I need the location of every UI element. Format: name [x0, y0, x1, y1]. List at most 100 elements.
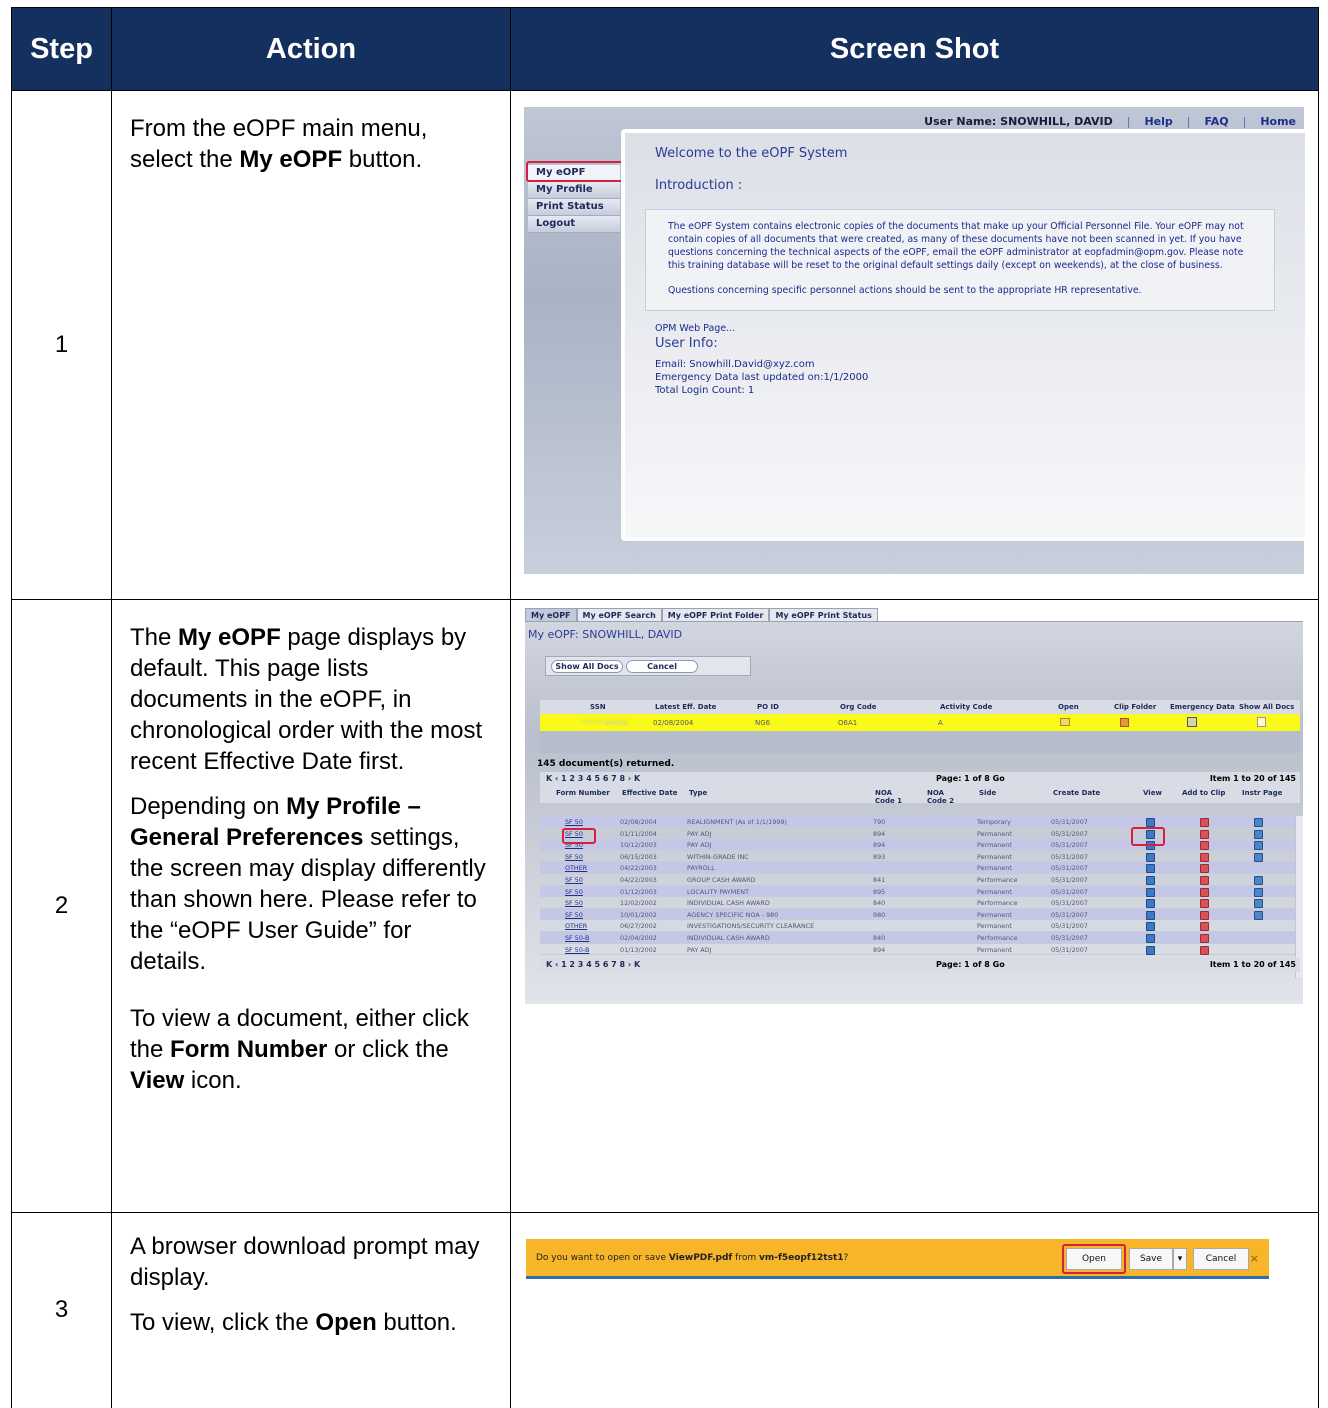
action-text-part: Depending on: [130, 793, 287, 820]
instruction-page-icon[interactable]: [1254, 841, 1263, 851]
column-header: Activity Code: [940, 703, 993, 711]
grid-scrollbar[interactable]: [1295, 816, 1303, 978]
add-to-clip-icon[interactable]: [1200, 899, 1209, 909]
view-icon[interactable]: [1146, 899, 1155, 909]
show-all-docs-icon[interactable]: [1257, 717, 1266, 727]
welcome-heading: Welcome to the eOPF System: [655, 146, 848, 161]
help-link[interactable]: Help: [1144, 115, 1172, 128]
intro-paragraph: Questions concerning specific personnel …: [668, 285, 1142, 296]
instruction-page-icon[interactable]: [1254, 875, 1263, 885]
action-emphasis: Form Number: [170, 1036, 328, 1063]
effective-date: 10/01/2002: [620, 910, 657, 919]
view-icon[interactable]: [1146, 852, 1155, 862]
cancel-button[interactable]: Cancel: [626, 660, 698, 673]
add-to-clip-icon[interactable]: [1200, 933, 1209, 943]
table-row: SF 50 01/11/2004 PAY ADJ 894 Permanent 05/31/…: [540, 828, 1300, 840]
table-row: SF 50 06/15/2003 WITHIN-GRADE INC 893 Perman…: [540, 851, 1300, 863]
login-count: Total Login Count: 1: [655, 385, 755, 396]
view-icon[interactable]: [1146, 864, 1155, 874]
create-date: 05/31/2007: [1051, 875, 1088, 884]
add-to-clip-icon[interactable]: [1200, 852, 1209, 862]
form-number-link[interactable]: SF 50-B: [565, 946, 589, 954]
add-to-clip-icon[interactable]: [1200, 875, 1209, 885]
view-icon[interactable]: [1146, 945, 1155, 955]
view-icon[interactable]: [1146, 818, 1155, 827]
instruction-page-icon[interactable]: [1254, 910, 1263, 920]
close-icon[interactable]: ×: [1250, 1252, 1259, 1265]
column-header: Form Number: [556, 789, 610, 797]
save-button[interactable]: Save: [1129, 1248, 1173, 1270]
column-header: SSN: [590, 703, 606, 711]
instruction-page-icon[interactable]: [1254, 899, 1263, 909]
noa-code-1: 894: [873, 945, 886, 954]
instruction-page-icon[interactable]: [1254, 818, 1263, 827]
message-text: Do you want to open or save: [536, 1253, 669, 1263]
table-row: SF 50 02/08/2004 REALIGNMENT (As of 1/1/19…: [540, 816, 1300, 828]
column-header: Add to Clip: [1182, 789, 1226, 797]
org-code-value: O6A1: [838, 718, 858, 727]
create-date: 05/31/2007: [1051, 945, 1088, 954]
introduction-heading: Introduction :: [655, 178, 743, 193]
table-row: SF 50 12/02/2002 INDIVIDUAL CASH AWARD 840 P…: [540, 897, 1300, 909]
host-name: vm-f5eopf12tst1: [758, 1253, 844, 1263]
form-number-link[interactable]: SF 50: [565, 818, 583, 826]
form-number-link[interactable]: SF 50: [565, 899, 583, 907]
step-number: 2: [11, 599, 112, 1213]
view-icon[interactable]: [1146, 875, 1155, 885]
add-to-clip-icon[interactable]: [1200, 887, 1209, 897]
page-numbers[interactable]: K ‹ 1 2 3 4 5 6 7 8 › K: [546, 960, 640, 969]
clip-folder-icon[interactable]: [1120, 718, 1129, 727]
add-to-clip-icon[interactable]: [1200, 829, 1209, 839]
emergency-data-icon[interactable]: [1187, 717, 1197, 727]
add-to-clip-icon[interactable]: [1200, 841, 1209, 851]
view-icon[interactable]: [1146, 910, 1155, 920]
effective-date: 10/12/2003: [620, 841, 657, 850]
highlight-view-icon: [1131, 827, 1165, 846]
column-header: Clip Folder: [1114, 703, 1157, 711]
create-date: 05/31/2007: [1051, 899, 1088, 908]
instruction-page-icon[interactable]: [1254, 852, 1263, 862]
screenshot-cell: Do you want to open or save ViewPDF.pdf …: [510, 1212, 1319, 1408]
view-icon[interactable]: [1146, 933, 1155, 943]
menu-print-status[interactable]: Print Status: [528, 199, 620, 216]
opm-web-page-link[interactable]: OPM Web Page...: [655, 323, 735, 334]
view-icon[interactable]: [1146, 887, 1155, 897]
header-screenshot: Screen Shot: [510, 7, 1319, 91]
form-number-link[interactable]: SF 50-B: [565, 934, 589, 942]
action-text-part: The: [130, 624, 179, 651]
document-side: Permanent: [977, 841, 1012, 850]
add-to-clip-icon[interactable]: [1200, 818, 1209, 827]
menu-my-profile[interactable]: My Profile: [528, 182, 620, 199]
page-indicator[interactable]: Page: 1 of 8 Go: [936, 774, 1005, 783]
page-numbers[interactable]: K ‹ 1 2 3 4 5 6 7 8 › K: [546, 774, 640, 783]
document-type: PAYROLL: [687, 864, 715, 873]
action-text-part: or click the: [327, 1036, 449, 1063]
instruction-page-icon[interactable]: [1254, 829, 1263, 839]
home-link[interactable]: Home: [1260, 115, 1296, 128]
add-to-clip-icon[interactable]: [1200, 864, 1209, 874]
show-all-docs-button[interactable]: Show All Docs: [551, 660, 623, 673]
form-number-link[interactable]: SF 50: [565, 911, 583, 919]
add-to-clip-icon[interactable]: [1200, 922, 1209, 932]
add-to-clip-icon[interactable]: [1200, 945, 1209, 955]
form-number-link[interactable]: SF 50: [565, 853, 583, 861]
add-to-clip-icon[interactable]: [1200, 910, 1209, 920]
instruction-page-icon[interactable]: [1254, 887, 1263, 897]
cancel-button[interactable]: Cancel: [1193, 1248, 1249, 1270]
intro-paragraph: The eOPF System contains electronic copi…: [668, 221, 1244, 271]
view-icon[interactable]: [1146, 922, 1155, 932]
save-dropdown-icon[interactable]: ▾: [1173, 1248, 1187, 1270]
create-date: 05/31/2007: [1051, 933, 1088, 942]
eopf-main-menu-screenshot: User Name: SNOWHILL, DAVID | Help | FAQ …: [524, 107, 1309, 574]
effective-date: 01/11/2004: [620, 829, 657, 838]
page-indicator[interactable]: Page: 1 of 8 Go: [936, 960, 1005, 969]
form-number-link[interactable]: OTHER: [565, 864, 587, 872]
form-number-link[interactable]: OTHER: [565, 922, 587, 930]
faq-link[interactable]: FAQ: [1204, 115, 1228, 128]
effective-date: 02/04/2002: [620, 933, 657, 942]
open-folder-icon[interactable]: [1060, 718, 1070, 726]
form-number-link[interactable]: SF 50: [565, 876, 583, 884]
form-number-link[interactable]: SF 50: [565, 888, 583, 896]
menu-logout[interactable]: Logout: [528, 216, 620, 233]
item-range: Item 1 to 20 of 145: [1209, 960, 1296, 969]
